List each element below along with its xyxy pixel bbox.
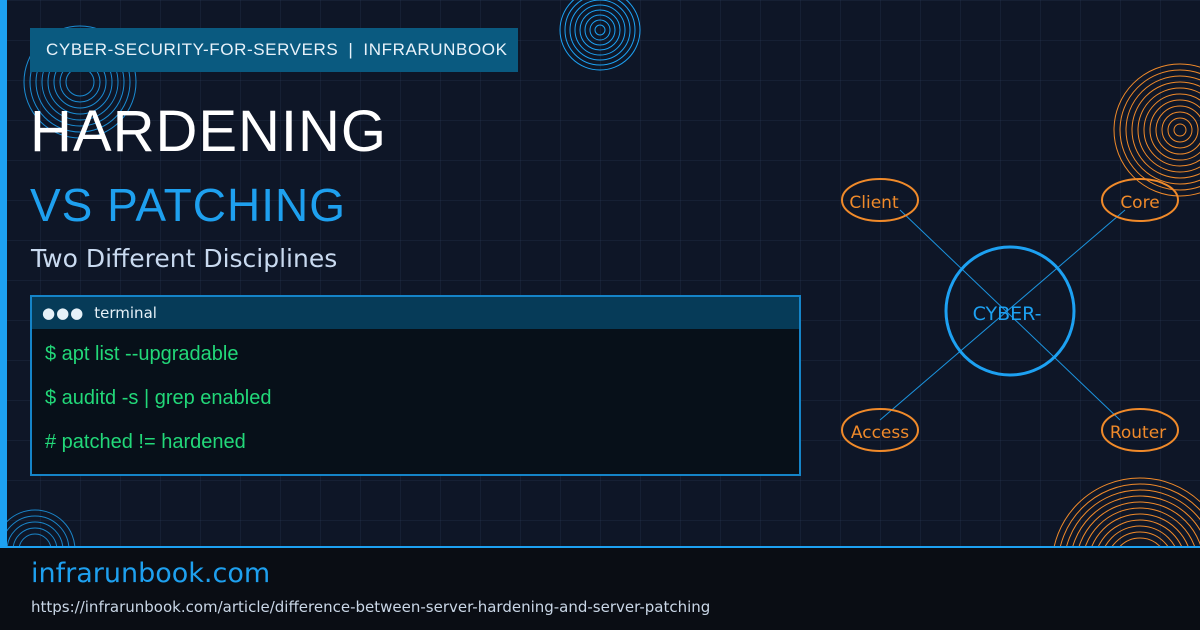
center-node-label: CYBER- [973,303,1042,325]
footer-article-url[interactable]: https://infrarunbook.com/article/differe… [31,598,710,616]
node-router-label: Router [1110,423,1166,443]
footer-domain-link[interactable]: infrarunbook.com [31,558,270,589]
node-access-label: Access [851,423,909,443]
footer: infrarunbook.com https://infrarunbook.co… [0,546,1200,630]
node-client-label: Client [849,193,899,213]
node-core-label: Core [1120,193,1159,213]
network-diagram: CYBER- Client Core Access Router [841,178,1179,452]
